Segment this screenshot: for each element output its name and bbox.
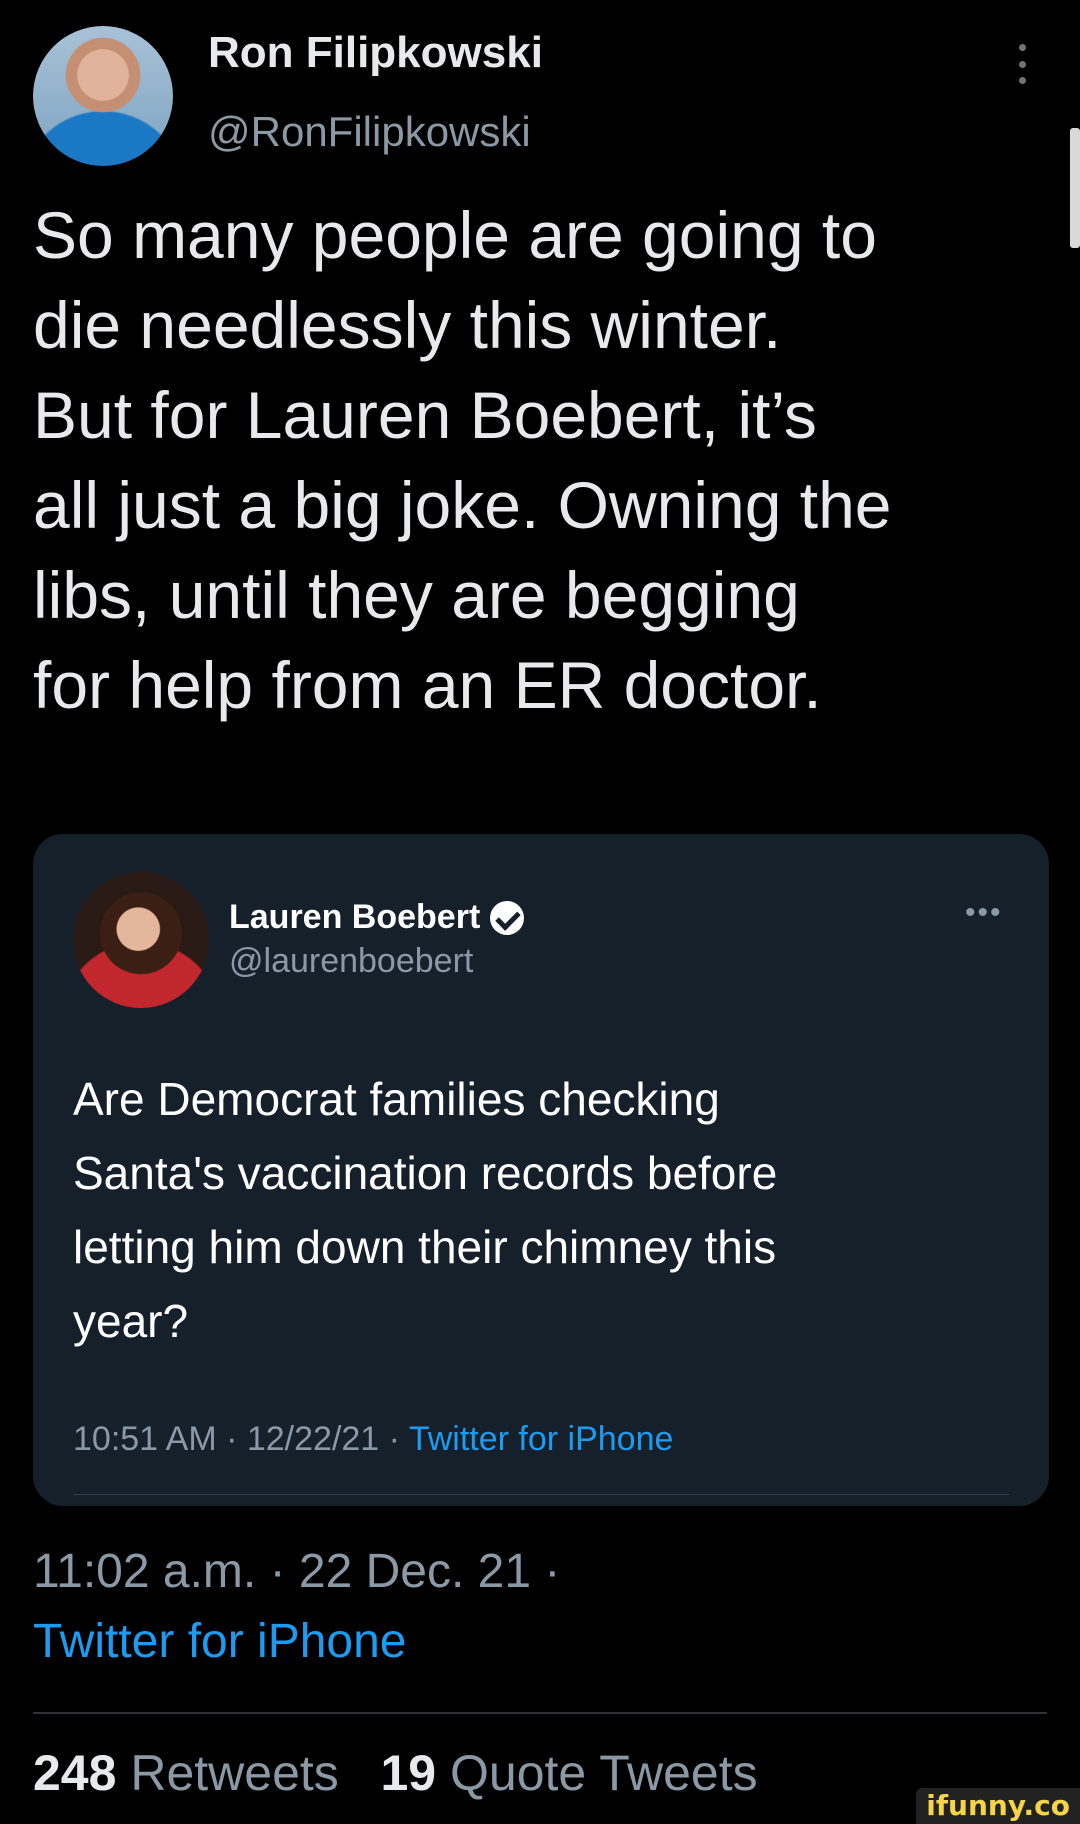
quotes-count: 19 bbox=[380, 1745, 437, 1801]
tweet-text: So many people are going to die needless… bbox=[33, 198, 892, 722]
author-handle[interactable]: @RonFilipkowski bbox=[208, 108, 531, 156]
vertical-ellipsis-icon[interactable] bbox=[1016, 44, 1028, 84]
retweets-label: Retweets bbox=[130, 1745, 339, 1801]
scroll-indicator[interactable] bbox=[1070, 128, 1080, 248]
quoted-tweet-time: 10:51 AM · 12/22/21 · bbox=[73, 1420, 409, 1458]
quote-tweets-stat[interactable]: 19 Quote Tweets bbox=[380, 1745, 757, 1801]
quoted-author-name-row[interactable]: Lauren Boebert bbox=[229, 898, 525, 937]
tweet-stats: 248 Retweets 19 Quote Tweets bbox=[33, 1744, 758, 1802]
quoted-author-name[interactable]: Lauren Boebert bbox=[229, 898, 480, 937]
quoted-tweet-source[interactable]: Twitter for iPhone bbox=[409, 1420, 674, 1458]
quoted-tweet-meta: 10:51 AM · 12/22/21 · Twitter for iPhone bbox=[73, 1420, 673, 1459]
quotes-label: Quote Tweets bbox=[450, 1745, 758, 1801]
verified-badge-icon bbox=[490, 900, 525, 935]
quoted-author-avatar[interactable] bbox=[73, 872, 209, 1008]
quoted-tweet-text: Are Democrat families checking Santa's v… bbox=[73, 1073, 778, 1347]
quote-divider bbox=[73, 1494, 1009, 1495]
author-name[interactable]: Ron Filipkowski bbox=[208, 28, 543, 78]
tweet-source-link[interactable]: Twitter for iPhone bbox=[33, 1614, 407, 1669]
divider bbox=[33, 1712, 1047, 1714]
retweets-stat[interactable]: 248 Retweets bbox=[33, 1745, 339, 1801]
tweet-header: Ron Filipkowski @RonFilipkowski bbox=[0, 0, 1080, 180]
more-options-icon[interactable]: ••• bbox=[965, 896, 1003, 930]
tweet-timestamp[interactable]: 11:02 a.m. · 22 Dec. 21 · bbox=[33, 1544, 560, 1599]
watermark-logo: ifunny.co bbox=[916, 1788, 1080, 1824]
retweets-count: 248 bbox=[33, 1745, 117, 1801]
quoted-tweet-card[interactable]: Lauren Boebert @laurenboebert ••• Are De… bbox=[33, 834, 1049, 1506]
quoted-author-handle[interactable]: @laurenboebert bbox=[229, 942, 473, 981]
author-avatar[interactable] bbox=[33, 26, 173, 166]
